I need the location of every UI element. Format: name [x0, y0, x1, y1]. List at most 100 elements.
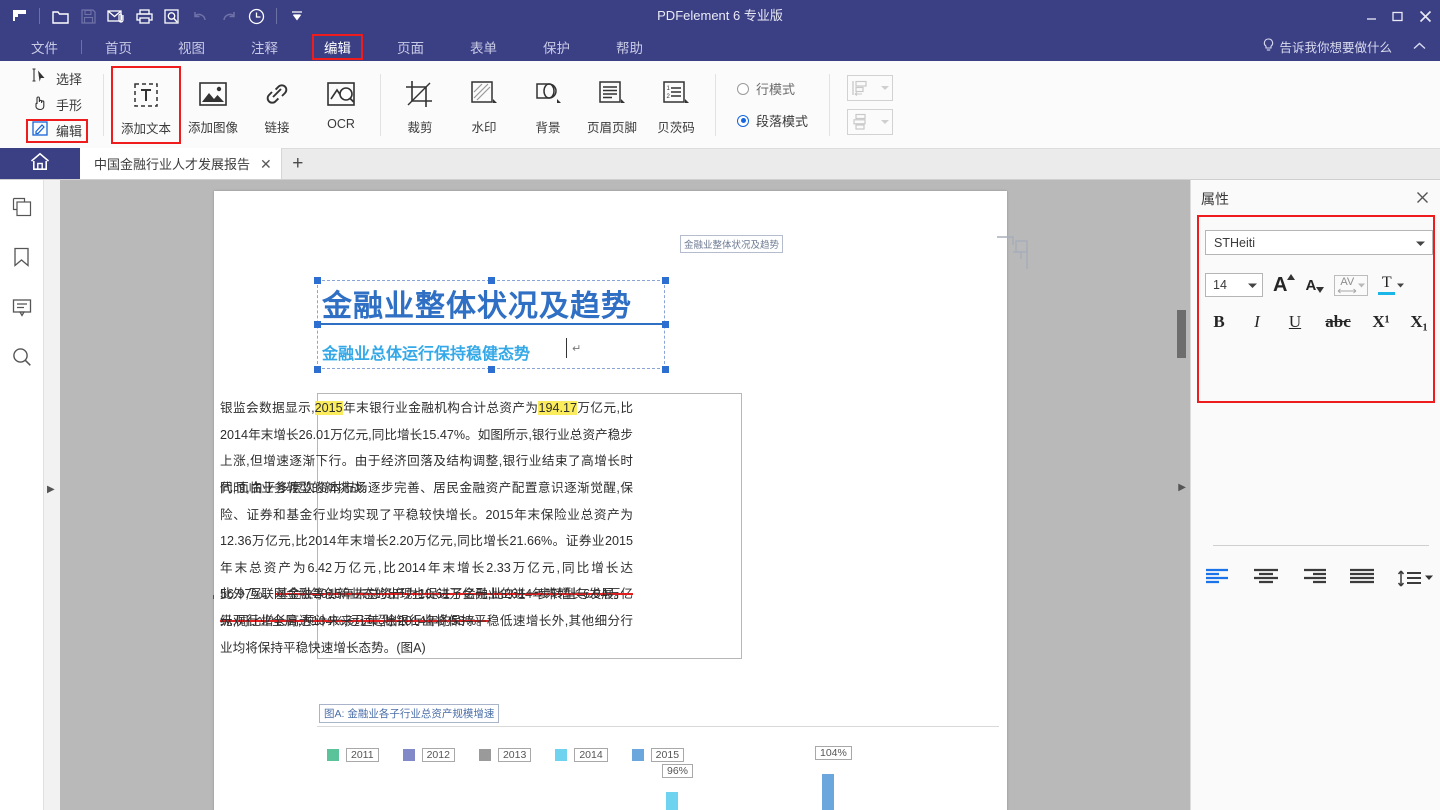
- increase-font-size-icon[interactable]: A: [1273, 274, 1296, 295]
- menu-item-page[interactable]: 页面: [385, 34, 436, 60]
- bookmarks-icon[interactable]: [7, 242, 37, 272]
- customize-qat-icon[interactable]: [284, 3, 310, 29]
- ribbon-collapse-button[interactable]: [1413, 32, 1426, 61]
- selection-handle-mr[interactable]: [662, 321, 669, 328]
- ribbon-group-content: 添加文本 添加图像 链接 OCR: [111, 61, 373, 149]
- tool-edit[interactable]: 编辑: [26, 118, 89, 143]
- properties-panel-title: 属性: [1201, 191, 1229, 207]
- bates-numbering-button[interactable]: 12 贝茨码: [644, 67, 708, 143]
- underline-button[interactable]: U: [1281, 312, 1309, 332]
- menu-item-file[interactable]: 文件: [19, 34, 70, 60]
- document-subheading[interactable]: 金融业总体运行保持稳健态势: [322, 340, 530, 364]
- print-preview-icon[interactable]: [159, 3, 185, 29]
- align-left-button[interactable]: [1205, 568, 1231, 589]
- paragraph-4[interactable]: 纵观行业全局,预计未来几年,除银行业将保持平稳低速增长外,其他细分行业均将保持平…: [214, 608, 639, 661]
- font-size-row: 14 A A AV T: [1205, 270, 1433, 300]
- legend-item-2011[interactable]: 2011: [327, 748, 379, 762]
- pdfelement-logo-icon[interactable]: [6, 3, 32, 29]
- font-family-select[interactable]: STHeiti: [1205, 230, 1433, 255]
- crop-button[interactable]: 裁剪: [388, 67, 452, 143]
- selection-handle-bc[interactable]: [488, 366, 495, 373]
- menu-item-home[interactable]: 首页: [93, 34, 144, 60]
- add-text-button[interactable]: 添加文本: [111, 66, 182, 144]
- new-tab-button[interactable]: +: [282, 148, 314, 179]
- home-icon: [30, 152, 50, 176]
- comments-icon[interactable]: [7, 292, 37, 322]
- expand-right-panel-icon[interactable]: ▶: [1178, 482, 1186, 493]
- background-button[interactable]: 背景: [516, 67, 580, 143]
- subscript-button[interactable]: X₁: [1405, 312, 1433, 332]
- bar-label-2014: 96%: [662, 764, 694, 778]
- link-button[interactable]: 链接: [245, 67, 309, 143]
- menu-item-edit[interactable]: 编辑: [312, 33, 363, 60]
- bold-button[interactable]: B: [1205, 312, 1233, 332]
- font-family-value: STHeiti: [1214, 235, 1255, 250]
- menu-item-comment[interactable]: 注释: [239, 34, 290, 60]
- italic-button[interactable]: I: [1243, 312, 1271, 332]
- home-tab-button[interactable]: [0, 148, 80, 179]
- maximize-button[interactable]: [1384, 0, 1410, 32]
- p1-seg-2: 年末银行业金融机构合计总资产为: [342, 401, 539, 415]
- expand-left-panel-icon[interactable]: ▶: [47, 484, 55, 495]
- mode-paragraph-radio[interactable]: 段落模式: [737, 111, 808, 130]
- line-spacing-button[interactable]: [1397, 570, 1433, 587]
- header-footer-button[interactable]: 页眉页脚: [580, 67, 644, 143]
- open-folder-icon[interactable]: [47, 3, 73, 29]
- align-justify-button[interactable]: [1349, 568, 1375, 589]
- figure-caption[interactable]: 图A: 金融业各子行业总资产规模增速: [319, 704, 500, 723]
- menu-item-view[interactable]: 视图: [166, 34, 217, 60]
- selection-handle-tr[interactable]: [662, 277, 669, 284]
- superscript-button[interactable]: X¹: [1367, 312, 1395, 332]
- add-image-label: 添加图像: [188, 121, 239, 135]
- align-center-button[interactable]: [1253, 568, 1279, 589]
- tell-me-search[interactable]: 告诉我你想要做什么: [1262, 32, 1392, 61]
- menu-item-protect[interactable]: 保护: [531, 34, 582, 60]
- undo-icon: [187, 3, 213, 29]
- edit-pencil-icon: [32, 120, 49, 142]
- document-heading[interactable]: 金融业整体状况及趋势: [322, 281, 632, 325]
- radio-unselected-icon: [737, 82, 750, 95]
- bar-2014[interactable]: [666, 792, 678, 810]
- hand-icon: [32, 94, 49, 116]
- character-spacing-icon[interactable]: AV: [1334, 274, 1369, 296]
- tool-hand[interactable]: 手形: [26, 93, 88, 117]
- search-icon[interactable]: [7, 342, 37, 372]
- paragraph-3[interactable]: 此外,互联网金融等创新业态的出现也促进了金融业的进一步转型与发展。: [214, 581, 639, 608]
- minimize-button[interactable]: [1358, 0, 1384, 32]
- close-button[interactable]: [1410, 0, 1440, 32]
- properties-panel: 属性 STHeiti 14 A A AV T B I U abc X¹ X₁: [1190, 180, 1440, 810]
- recent-history-icon[interactable]: [243, 3, 269, 29]
- font-size-select[interactable]: 14: [1205, 273, 1263, 297]
- watermark-button[interactable]: 水印: [452, 67, 516, 143]
- selection-handle-tl[interactable]: [314, 277, 321, 284]
- document-scrollbar[interactable]: [1177, 180, 1186, 810]
- page-running-header[interactable]: 金融业整体状况及趋势: [680, 235, 784, 253]
- selection-handle-bl[interactable]: [314, 366, 321, 373]
- scrollbar-thumb[interactable]: [1177, 310, 1186, 358]
- legend-item-2014[interactable]: 2014: [555, 748, 608, 762]
- figure-top-rule: [317, 726, 999, 727]
- align-right-button[interactable]: [1301, 568, 1327, 589]
- menu-item-help[interactable]: 帮助: [604, 34, 655, 60]
- thumbnails-icon[interactable]: [7, 192, 37, 222]
- add-image-button[interactable]: 添加图像: [181, 67, 245, 143]
- print-icon[interactable]: [131, 3, 157, 29]
- bar-2015[interactable]: [822, 774, 834, 810]
- legend-item-2013[interactable]: 2013: [478, 748, 532, 762]
- decrease-font-size-icon[interactable]: A: [1305, 278, 1325, 293]
- mode-line-radio[interactable]: 行模式: [737, 79, 808, 98]
- legend-item-2012[interactable]: 2012: [402, 748, 455, 762]
- ocr-button[interactable]: OCR: [309, 67, 373, 143]
- document-tab[interactable]: 中国金融行业人才发展报告 ✕: [80, 148, 282, 179]
- strikethrough-button[interactable]: abc: [1319, 312, 1357, 332]
- close-icon[interactable]: [1416, 191, 1429, 208]
- tool-select[interactable]: 选择: [26, 67, 88, 91]
- close-icon[interactable]: ✕: [260, 157, 272, 171]
- legend-item-2015[interactable]: 2015: [631, 748, 685, 762]
- menu-item-form[interactable]: 表单: [458, 34, 509, 60]
- legend-label-2015: 2015: [650, 748, 685, 762]
- selection-handle-br[interactable]: [662, 366, 669, 373]
- pdf-page[interactable]: 金融业整体状况及趋势 金融业整体状况及趋势 金融业总体运行保持稳健态势 ↵ 银监…: [214, 191, 1028, 810]
- email-attach-icon[interactable]: [103, 3, 129, 29]
- font-color-icon[interactable]: T: [1378, 275, 1405, 295]
